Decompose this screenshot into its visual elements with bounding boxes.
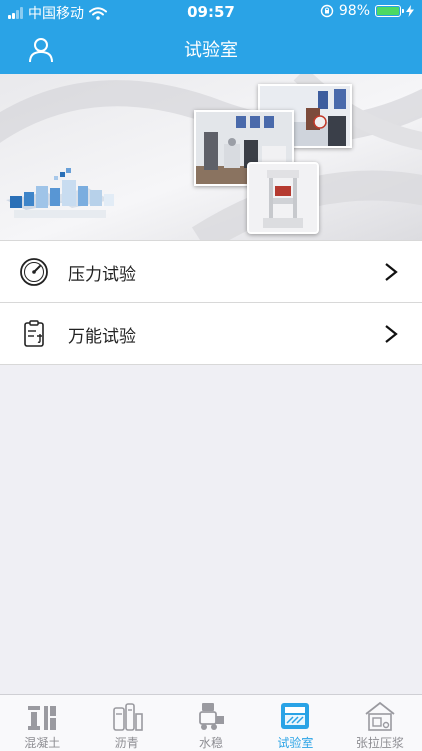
building-blocks-graphic — [6, 168, 114, 218]
battery-percent: 98% — [338, 3, 370, 19]
laboratory-icon — [281, 703, 310, 729]
test-list: 压力试验 万能试验 — [0, 240, 422, 365]
charging-icon — [406, 5, 414, 17]
battery-icon — [375, 5, 404, 17]
water-stability-icon — [199, 703, 225, 730]
tab-label: 沥青 — [114, 736, 139, 750]
tab-tension-grouting[interactable]: 张拉压浆 — [338, 695, 422, 751]
list-item-universal-test[interactable]: 万能试验 — [0, 303, 422, 365]
universal-test-label: 万能试验 — [68, 327, 136, 347]
list-item-pressure-test[interactable]: 压力试验 — [0, 241, 422, 303]
concrete-icon — [28, 706, 57, 730]
gauge-icon — [20, 258, 48, 286]
orientation-lock-icon — [320, 4, 334, 18]
tab-label: 张拉压浆 — [355, 736, 404, 750]
tension-grouting-icon — [365, 701, 395, 731]
tab-label: 混凝土 — [24, 736, 61, 750]
status-bar: 中国移动 09:57 98% — [0, 0, 422, 24]
tab-label: 水稳 — [199, 736, 224, 750]
chevron-right-icon — [385, 263, 398, 281]
chevron-right-icon — [385, 325, 398, 343]
banner-image — [0, 74, 422, 240]
tab-water-stability[interactable]: 水稳 — [169, 695, 253, 751]
pressure-test-label: 压力试验 — [68, 265, 136, 285]
page-title: 试验室 — [184, 40, 238, 61]
tab-concrete[interactable]: 混凝土 — [0, 695, 84, 751]
tab-asphalt[interactable]: 沥青 — [84, 695, 168, 751]
status-right: 98% — [320, 3, 414, 19]
asphalt-icon — [112, 703, 143, 731]
tab-label: 试验室 — [277, 736, 314, 750]
tab-laboratory[interactable]: 试验室 — [253, 695, 337, 751]
clipboard-icon — [24, 320, 44, 347]
tab-bar: 混凝土 沥青 水稳 试验室 张拉压浆 — [0, 694, 422, 751]
lab-photo-press-machine — [247, 162, 319, 234]
app-header: 中国移动 09:57 98% 试验室 — [0, 0, 422, 74]
